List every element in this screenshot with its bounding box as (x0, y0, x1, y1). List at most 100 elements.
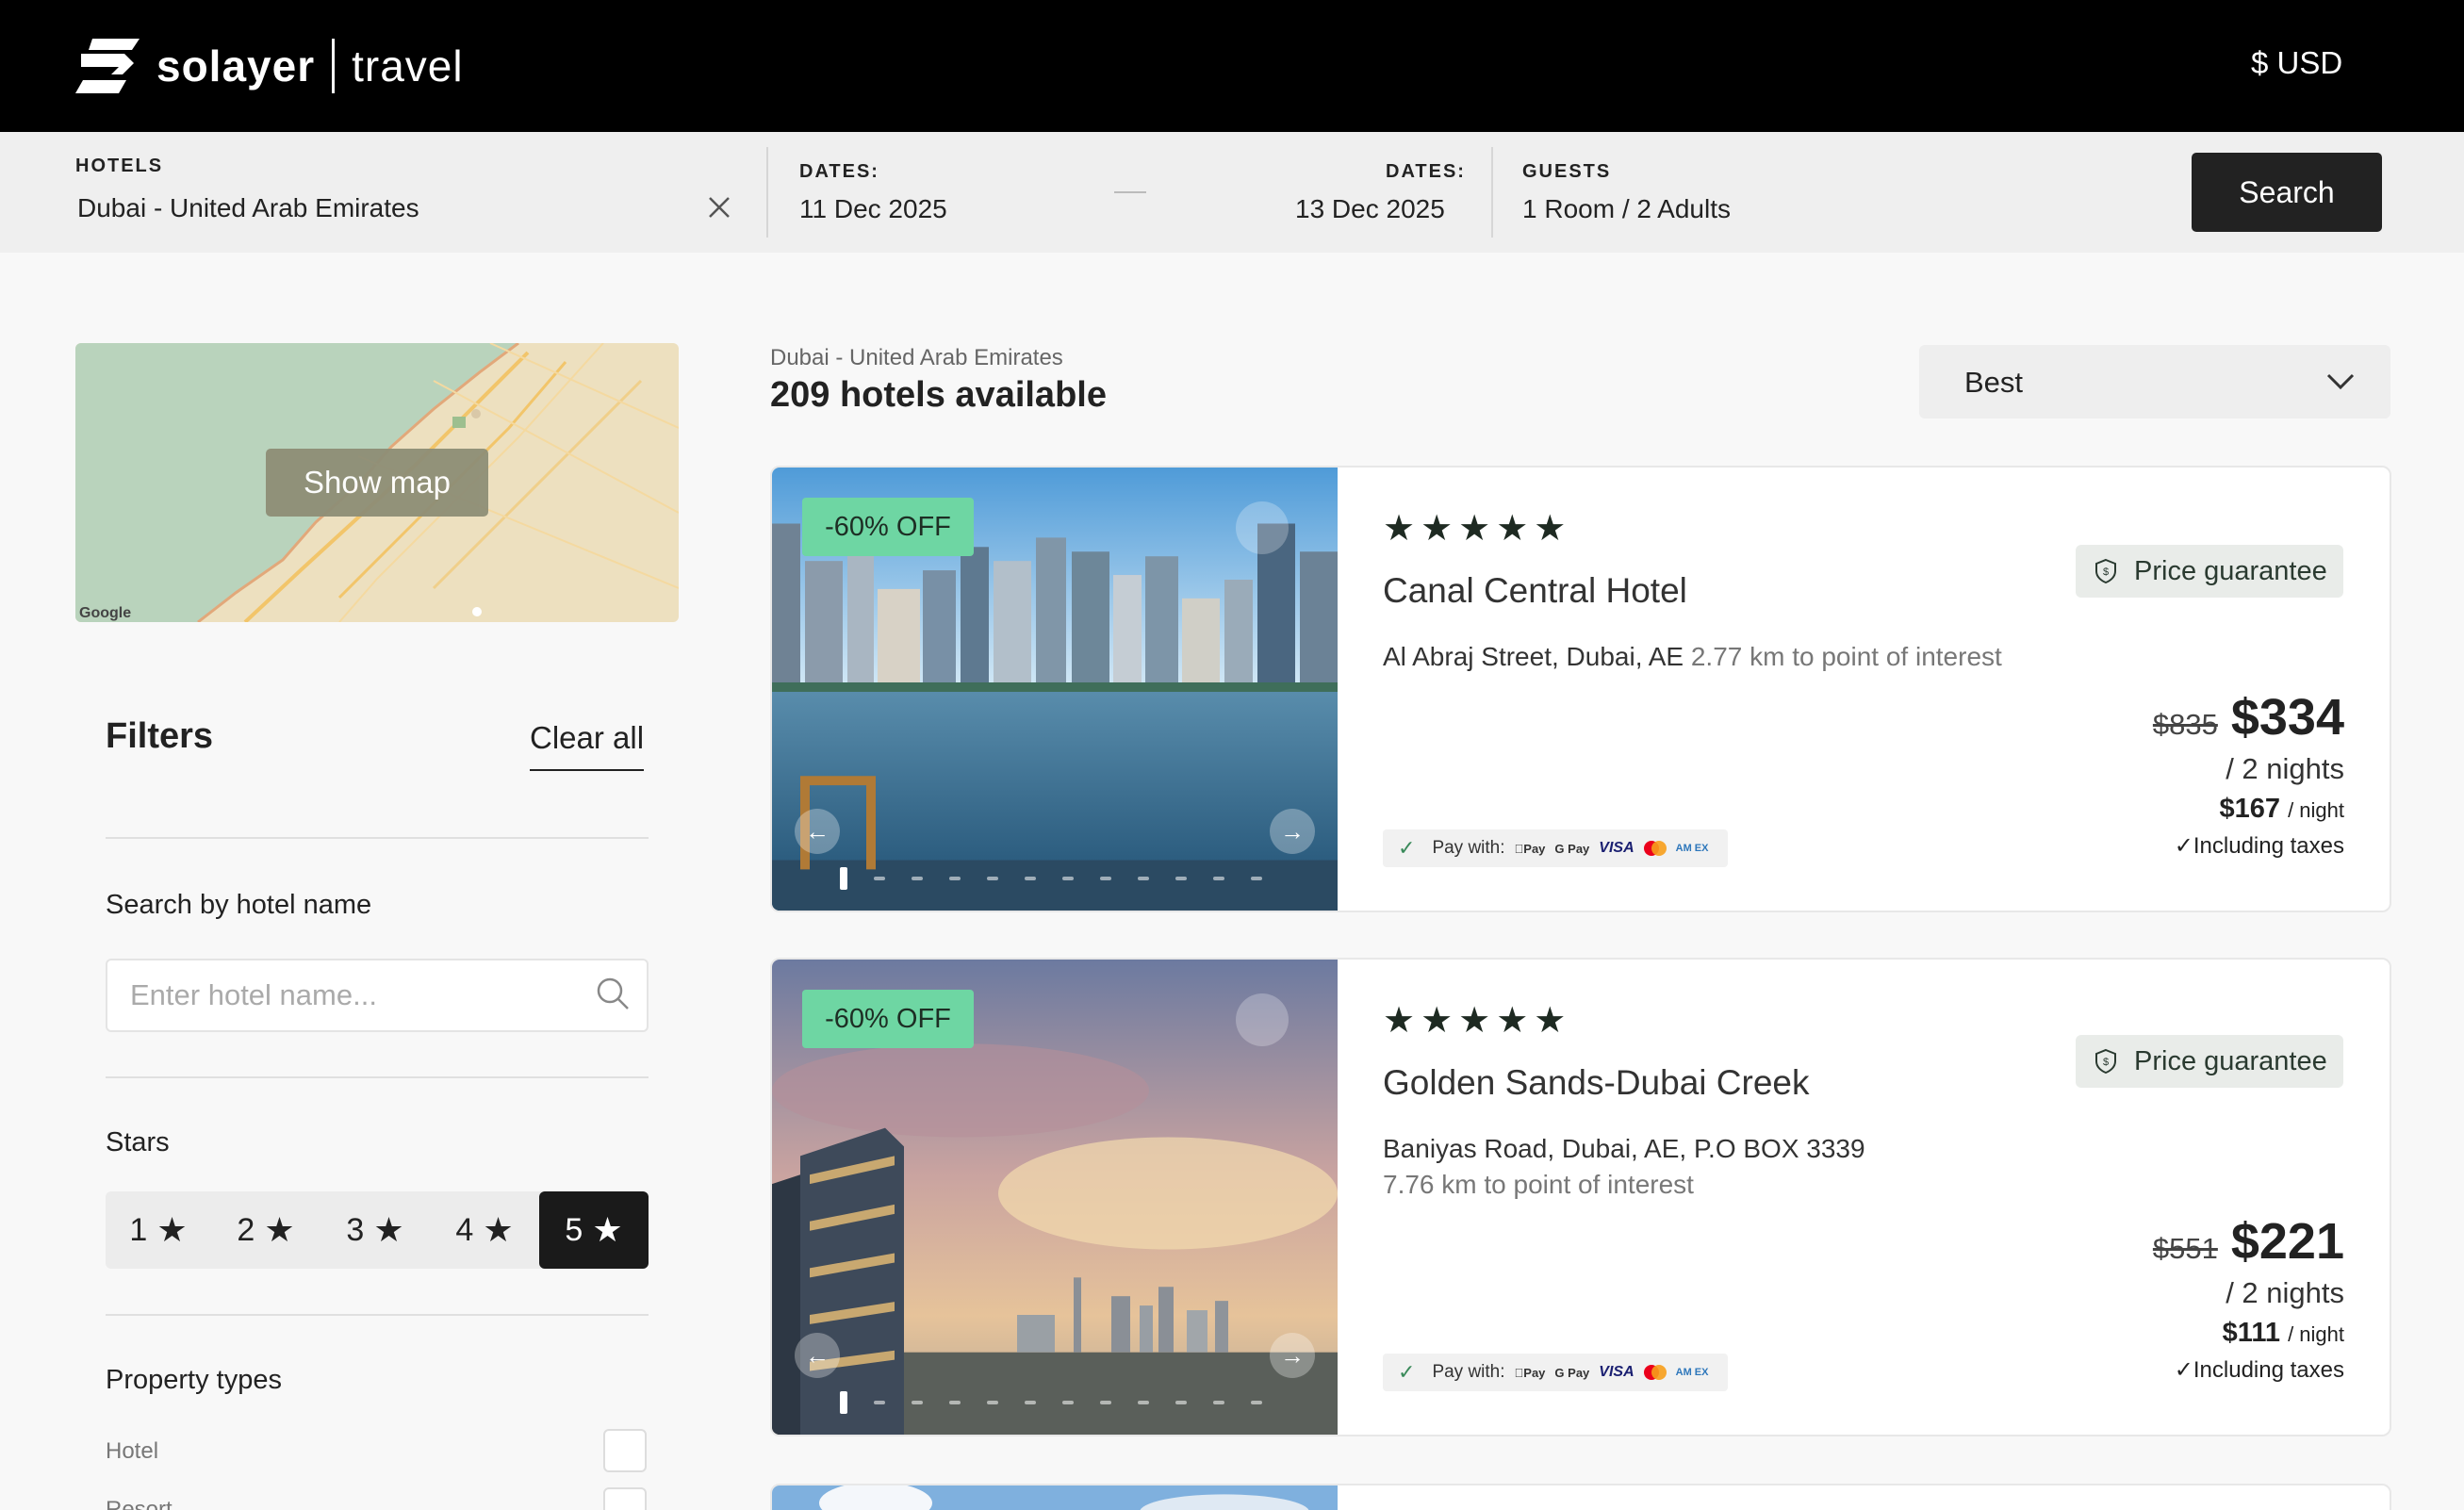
star-rating-filter: 1 ★ 2 ★ 3 ★ 4 ★ 5 ★ (106, 1191, 649, 1269)
star-icon: ★ (264, 1210, 295, 1249)
checkout-date[interactable]: 13 Dec 2025 (1295, 194, 1445, 224)
discount-badge: -60% OFF (802, 990, 974, 1048)
price-guarantee-badge: $ Price guarantee (2076, 545, 2343, 598)
sort-value: Best (1964, 366, 2024, 399)
hotel-card[interactable]: -60% OFF ← → ★★★★★ Golden Sands-Dubai Cr… (770, 958, 2391, 1436)
mastercard-icon (1643, 1365, 1667, 1380)
payment-methods: ✓ Pay with: Pay G Pay VISA AM EX (1383, 1354, 1728, 1391)
logo[interactable]: solayer travel (75, 36, 464, 96)
stars-label: Stars (106, 1127, 170, 1157)
favorite-heart-icon[interactable] (1236, 993, 1289, 1046)
clear-all-button[interactable]: Clear all (530, 720, 645, 771)
amex-icon: AM EX (1666, 842, 1709, 854)
hotel-address: Al Abraj Street, Dubai, AE 2.77 km to po… (1383, 642, 2002, 671)
arrow-right-icon[interactable]: → (1270, 809, 1315, 854)
product-name: travel (352, 41, 464, 90)
hotel-star-rating: ★★★★★ (1383, 509, 1572, 549)
divider (1491, 147, 1493, 238)
checkin-date[interactable]: 11 Dec 2025 (799, 194, 947, 224)
brand-name: solayer (156, 41, 316, 90)
hotel-name[interactable]: Golden Sands-Dubai Creek (1383, 1063, 1809, 1103)
original-price: $551 (2152, 1232, 2218, 1265)
arrow-right-icon[interactable]: → (1270, 1333, 1315, 1378)
sort-dropdown[interactable]: Best (1919, 345, 2390, 419)
taxes-note: ✓Including taxes (2174, 833, 2344, 859)
hotel-photo[interactable] (772, 1485, 1338, 1510)
guests-label: GUESTS (1522, 161, 1612, 182)
hotel-name-input[interactable] (106, 959, 649, 1032)
search-icon (597, 977, 629, 1009)
results-location: Dubai - United Arab Emirates (770, 345, 1063, 370)
star-option-4[interactable]: 4 ★ (432, 1191, 537, 1269)
hotel-address: Baniyas Road, Dubai, AE, P.O BOX 3339 7.7… (1383, 1131, 1865, 1203)
show-map-button[interactable]: Show map (266, 449, 488, 517)
star-icon: ★ (592, 1210, 623, 1249)
property-types-label: Property types (106, 1365, 282, 1395)
discounted-price: $221 (2230, 1213, 2344, 1270)
clear-destination-icon[interactable] (705, 193, 733, 222)
divider (766, 147, 768, 238)
property-type-hotel-checkbox[interactable] (603, 1429, 647, 1472)
photo-pagination[interactable] (840, 867, 1262, 890)
price-block: $835 $334 / 2 nights $167 / night ✓Includ… (2153, 688, 2344, 860)
original-price: $835 (2152, 708, 2218, 741)
google-pay-icon: G Pay (1545, 1365, 1589, 1380)
payment-methods: ✓ Pay with: Pay G Pay VISA AM EX (1383, 829, 1728, 867)
search-bar: HOTELS Dubai - United Arab Emirates DATE… (0, 132, 2464, 253)
date-range-dash (1114, 191, 1146, 193)
hotel-star-rating: ★★★★★ (1383, 1001, 1572, 1041)
search-button[interactable]: Search (2192, 153, 2382, 232)
chevron-down-icon (2326, 373, 2355, 390)
price-block: $551 $221 / 2 nights $111 / night ✓Includ… (2153, 1212, 2344, 1384)
solayer-logo-icon (75, 39, 140, 93)
visa-icon: VISA (1589, 1364, 1634, 1380)
star-option-2[interactable]: 2 ★ (213, 1191, 319, 1269)
discounted-price: $334 (2230, 689, 2344, 746)
favorite-heart-icon[interactable] (1236, 501, 1289, 554)
destination-input[interactable]: Dubai - United Arab Emirates (77, 193, 419, 223)
star-icon: ★ (483, 1210, 514, 1249)
apple-pay-icon: Pay (1514, 1365, 1546, 1380)
visa-icon: VISA (1589, 840, 1634, 856)
google-pay-icon: G Pay (1545, 841, 1589, 856)
arrow-left-icon[interactable]: ← (795, 809, 840, 854)
photo-pagination[interactable] (840, 1391, 1262, 1414)
property-type-resort-label: Resort (106, 1497, 172, 1510)
price-per-night: $167 / night (2219, 794, 2344, 824)
check-icon: ✓ (1398, 836, 1416, 860)
currency-selector[interactable]: $ USD (2251, 45, 2342, 81)
checkout-label: DATES: (1386, 161, 1466, 182)
filters-title: Filters (106, 716, 214, 756)
hotel-distance: 7.76 km to point of interest (1383, 1170, 1694, 1199)
hotel-card[interactable]: -60% OFF ← → ★★★★★ Canal Central Hotel A… (770, 466, 2391, 912)
divider (106, 1314, 649, 1316)
stay-length: / 2 nights (2226, 1276, 2344, 1309)
divider (106, 837, 649, 839)
discount-badge: -60% OFF (802, 498, 974, 556)
shield-icon: $ (2095, 1048, 2116, 1075)
svg-text:$: $ (2103, 1057, 2109, 1068)
star-option-5[interactable]: 5 ★ (539, 1191, 649, 1269)
logo-divider (332, 39, 336, 93)
star-option-1[interactable]: 1 ★ (106, 1191, 211, 1269)
star-icon: ★ (156, 1210, 188, 1249)
mastercard-icon (1643, 841, 1667, 856)
apple-pay-icon: Pay (1514, 841, 1546, 856)
checkin-label: DATES: (799, 161, 879, 182)
check-icon: ✓ (1398, 1360, 1416, 1384)
star-option-3[interactable]: 3 ★ (322, 1191, 428, 1269)
arrow-left-icon[interactable]: ← (795, 1333, 840, 1378)
hotels-label: HOTELS (75, 156, 164, 176)
taxes-note: ✓Including taxes (2174, 1357, 2344, 1383)
hotel-name[interactable]: Canal Central Hotel (1383, 571, 1687, 611)
results-count: 209 hotels available (770, 375, 1107, 415)
top-bar: solayer travel $ USD (0, 0, 2464, 132)
property-type-resort-checkbox[interactable] (603, 1487, 647, 1510)
map-attribution: Google (79, 605, 132, 621)
hotel-card[interactable] (770, 1484, 2391, 1510)
property-type-hotel-label: Hotel (106, 1438, 159, 1464)
amex-icon: AM EX (1666, 1366, 1709, 1378)
star-icon: ★ (373, 1210, 404, 1249)
svg-text:$: $ (2103, 566, 2109, 578)
guests-selector[interactable]: 1 Room / 2 Adults (1522, 194, 1731, 224)
